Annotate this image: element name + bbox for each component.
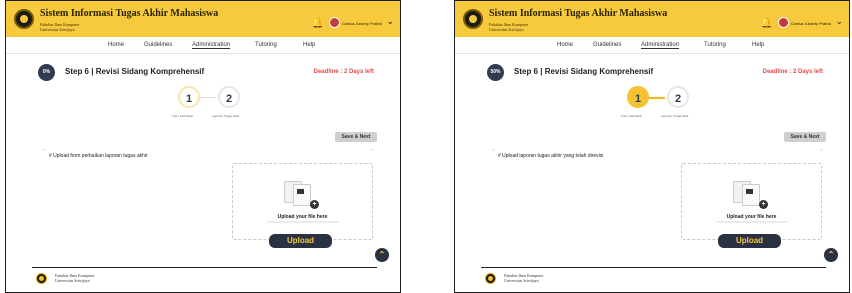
nav-tutoring[interactable]: Tutoring	[704, 42, 726, 48]
step-2-circle[interactable]: 2	[667, 86, 689, 108]
notification-bell-icon[interactable]: 🔔	[312, 18, 324, 29]
divider-mark-right: ,	[821, 146, 823, 152]
chevron-down-icon[interactable]: ⌄	[835, 16, 843, 27]
step-1-label: Form Perbaikan	[621, 114, 643, 118]
footer-divider	[32, 267, 377, 268]
footer-logo	[36, 273, 47, 284]
upload-hint-bar	[267, 221, 339, 223]
footer-text: Fakultas Ilmu Komputer Universitas Sriwi…	[55, 273, 94, 283]
file-upload-icon: +	[733, 181, 768, 209]
progress-badge: 0%	[38, 64, 55, 81]
document-front-icon	[293, 184, 311, 206]
step-title: Step 6 | Revisi Sidang Komprehensif	[514, 67, 654, 76]
university-logo[interactable]	[463, 9, 483, 29]
upload-instruction: # Upload form perbaikan laporan tugas ak…	[49, 153, 148, 159]
avatar[interactable]	[329, 17, 340, 28]
divider-mark-right: ,	[372, 146, 374, 152]
institution-line-2: Universitas Sriwijaya	[40, 27, 75, 32]
avatar[interactable]	[778, 17, 789, 28]
progress-badge: 50%	[487, 64, 504, 81]
file-dropzone[interactable]: + Upload your file here	[681, 163, 822, 240]
add-icon: +	[759, 200, 768, 209]
step-2-label: Laporan Tugas Akhir	[661, 114, 689, 118]
step-title: Step 6 | Revisi Sidang Komprehensif	[65, 67, 205, 76]
step-1-circle[interactable]: 1	[627, 86, 649, 108]
footer-text: Fakultas Ilmu Komputer Universitas Sriwi…	[504, 273, 543, 283]
scroll-to-top-icon[interactable]: ⌃	[375, 248, 389, 262]
screen-step-1: Sistem Informasi Tugas Akhir Mahasiswa F…	[5, 0, 401, 293]
nav-help[interactable]: Help	[303, 42, 315, 48]
save-next-button[interactable]: Save & Next	[784, 132, 826, 142]
footer-line-2: Universitas Sriwijaya	[504, 278, 539, 283]
institution-line-2: Universitas Sriwijaya	[489, 27, 524, 32]
upload-button[interactable]: Upload	[718, 234, 781, 248]
file-dropzone[interactable]: + Upload your file here	[232, 163, 373, 240]
institution-name: Fakultas Ilmu Komputer Universitas Sriwi…	[40, 22, 79, 32]
step-2-label: Laporan Tugas Akhir	[212, 114, 240, 118]
nav-home[interactable]: Home	[108, 42, 124, 48]
file-upload-icon: +	[284, 181, 319, 209]
user-name[interactable]: Clarisa Julianty Pratiwi	[791, 21, 831, 26]
step-2-circle[interactable]: 2	[218, 86, 240, 108]
add-icon: +	[310, 200, 319, 209]
nav-administration[interactable]: Administration	[192, 42, 231, 49]
university-logo[interactable]	[14, 9, 34, 29]
nav-guidelines[interactable]: Guidelines	[144, 42, 172, 48]
document-front-icon	[742, 184, 760, 206]
chevron-down-icon[interactable]: ⌄	[386, 16, 394, 27]
nav-guidelines[interactable]: Guidelines	[593, 42, 621, 48]
notification-bell-icon[interactable]: 🔔	[761, 18, 773, 29]
upload-prompt: Upload your file here	[726, 214, 777, 220]
institution-name: Fakultas Ilmu Komputer Universitas Sriwi…	[489, 22, 528, 32]
divider-mark-left: ,	[44, 146, 46, 152]
nav-help[interactable]: Help	[752, 42, 764, 48]
footer-line-2: Universitas Sriwijaya	[55, 278, 90, 283]
divider-mark-left: ,	[493, 146, 495, 152]
deadline-label: Deadline : 2 Days left	[762, 69, 823, 75]
app-title: Sistem Informasi Tugas Akhir Mahasiswa	[40, 8, 219, 19]
top-header: Sistem Informasi Tugas Akhir Mahasiswa F…	[6, 1, 400, 37]
footer-divider	[481, 267, 826, 268]
upload-hint-bar	[716, 221, 788, 223]
upload-instruction: # Upload laporan tugas akhir yang telah …	[498, 153, 604, 159]
scroll-to-top-icon[interactable]: ⌃	[824, 248, 838, 262]
upload-button[interactable]: Upload	[269, 234, 332, 248]
upload-prompt: Upload your file here	[277, 214, 328, 220]
main-nav: Home Guidelines Administration Tutoring …	[6, 37, 400, 54]
user-name[interactable]: Clarisa Julianty Pratiwi	[342, 21, 382, 26]
nav-tutoring[interactable]: Tutoring	[255, 42, 277, 48]
deadline-label: Deadline : 2 Days left	[313, 69, 374, 75]
step-1-label: Form Perbaikan	[172, 114, 194, 118]
app-title: Sistem Informasi Tugas Akhir Mahasiswa	[489, 8, 668, 19]
save-next-button[interactable]: Save & Next	[335, 132, 377, 142]
footer-logo	[485, 273, 496, 284]
screenshot-comparison: Sistem Informasi Tugas Akhir Mahasiswa F…	[0, 0, 852, 293]
top-header: Sistem Informasi Tugas Akhir Mahasiswa F…	[455, 1, 849, 37]
step-1-circle[interactable]: 1	[178, 86, 200, 108]
nav-administration[interactable]: Administration	[641, 42, 680, 49]
screen-step-2: Sistem Informasi Tugas Akhir Mahasiswa F…	[454, 0, 850, 293]
nav-home[interactable]: Home	[557, 42, 573, 48]
main-nav: Home Guidelines Administration Tutoring …	[455, 37, 849, 54]
